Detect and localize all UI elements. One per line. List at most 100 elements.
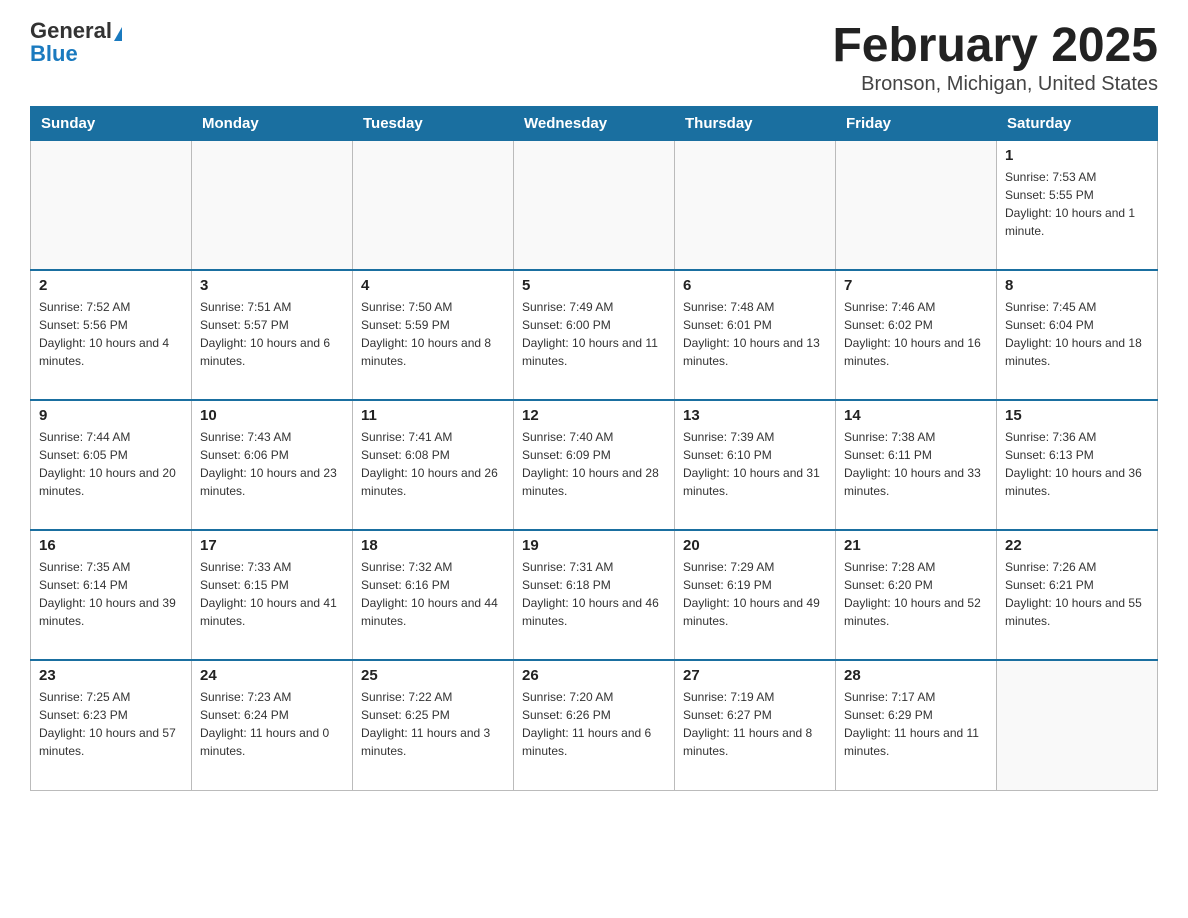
title-block: February 2025 Bronson, Michigan, United …	[832, 20, 1158, 96]
calendar-cell: 28Sunrise: 7:17 AMSunset: 6:29 PMDayligh…	[836, 660, 997, 790]
day-number: 20	[683, 537, 827, 554]
day-info: Sunrise: 7:49 AMSunset: 6:00 PMDaylight:…	[522, 298, 666, 370]
calendar-cell: 15Sunrise: 7:36 AMSunset: 6:13 PMDayligh…	[997, 400, 1158, 530]
calendar-week-row: 23 Sunrise: 7:25 AMSunset: 6:23 PMDayligh…	[31, 660, 1158, 790]
day-info: Sunrise: 7:43 AMSunset: 6:06 PMDaylight:…	[200, 428, 344, 500]
calendar-cell: 23 Sunrise: 7:25 AMSunset: 6:23 PMDayligh…	[31, 660, 192, 790]
logo: General Blue	[30, 20, 122, 65]
calendar-cell: 14 Sunrise: 7:38 AMSunset: 6:11 PMDayligh…	[836, 400, 997, 530]
day-number: 25	[361, 667, 505, 684]
day-number: 7	[844, 277, 988, 294]
calendar-cell: 4 Sunrise: 7:50 AMSunset: 5:59 PMDaylight…	[353, 270, 514, 400]
day-number: 27	[683, 667, 827, 684]
calendar-cell: 17 Sunrise: 7:33 AMSunset: 6:15 PMDayligh…	[192, 530, 353, 660]
day-info: Sunrise: 7:53 AMSunset: 5:55 PMDaylight:…	[1005, 168, 1149, 240]
logo-triangle-icon	[114, 27, 122, 41]
day-number: 26	[522, 667, 666, 684]
day-info: Sunrise: 7:32 AMSunset: 6:16 PMDaylight:…	[361, 558, 505, 630]
logo-blue-text: Blue	[30, 43, 78, 65]
calendar-cell	[675, 140, 836, 270]
calendar-cell: 20Sunrise: 7:29 AMSunset: 6:19 PMDayligh…	[675, 530, 836, 660]
day-info: Sunrise: 7:48 AMSunset: 6:01 PMDaylight:…	[683, 298, 827, 370]
day-info: Sunrise: 7:25 AMSunset: 6:23 PMDaylight:…	[39, 688, 183, 760]
day-info: Sunrise: 7:33 AMSunset: 6:15 PMDaylight:…	[200, 558, 344, 630]
day-info: Sunrise: 7:35 AMSunset: 6:14 PMDaylight:…	[39, 558, 183, 630]
logo-general-text: General	[30, 18, 112, 43]
day-info: Sunrise: 7:20 AMSunset: 6:26 PMDaylight:…	[522, 688, 666, 760]
day-info: Sunrise: 7:39 AMSunset: 6:10 PMDaylight:…	[683, 428, 827, 500]
calendar-cell: 10 Sunrise: 7:43 AMSunset: 6:06 PMDayligh…	[192, 400, 353, 530]
day-info: Sunrise: 7:19 AMSunset: 6:27 PMDaylight:…	[683, 688, 827, 760]
day-number: 13	[683, 407, 827, 424]
day-info: Sunrise: 7:45 AMSunset: 6:04 PMDaylight:…	[1005, 298, 1149, 370]
day-number: 14	[844, 407, 988, 424]
day-info: Sunrise: 7:51 AMSunset: 5:57 PMDaylight:…	[200, 298, 344, 370]
calendar-week-row: 16 Sunrise: 7:35 AMSunset: 6:14 PMDayligh…	[31, 530, 1158, 660]
calendar-cell: 25 Sunrise: 7:22 AMSunset: 6:25 PMDayligh…	[353, 660, 514, 790]
calendar-cell: 24 Sunrise: 7:23 AMSunset: 6:24 PMDayligh…	[192, 660, 353, 790]
day-info: Sunrise: 7:28 AMSunset: 6:20 PMDaylight:…	[844, 558, 988, 630]
day-number: 16	[39, 537, 183, 554]
calendar-cell: 5 Sunrise: 7:49 AMSunset: 6:00 PMDaylight…	[514, 270, 675, 400]
day-info: Sunrise: 7:40 AMSunset: 6:09 PMDaylight:…	[522, 428, 666, 500]
calendar-cell: 12 Sunrise: 7:40 AMSunset: 6:09 PMDayligh…	[514, 400, 675, 530]
day-info: Sunrise: 7:26 AMSunset: 6:21 PMDaylight:…	[1005, 558, 1149, 630]
calendar-cell: 1 Sunrise: 7:53 AMSunset: 5:55 PMDaylight…	[997, 140, 1158, 270]
day-number: 3	[200, 277, 344, 294]
calendar-cell: 16 Sunrise: 7:35 AMSunset: 6:14 PMDayligh…	[31, 530, 192, 660]
day-number: 10	[200, 407, 344, 424]
calendar-week-row: 2Sunrise: 7:52 AMSunset: 5:56 PMDaylight…	[31, 270, 1158, 400]
day-number: 4	[361, 277, 505, 294]
day-number: 9	[39, 407, 183, 424]
calendar-cell: 21Sunrise: 7:28 AMSunset: 6:20 PMDayligh…	[836, 530, 997, 660]
calendar-cell	[836, 140, 997, 270]
location-text: Bronson, Michigan, United States	[832, 73, 1158, 96]
day-number: 15	[1005, 407, 1149, 424]
day-number: 2	[39, 277, 183, 294]
calendar-cell: 6 Sunrise: 7:48 AMSunset: 6:01 PMDaylight…	[675, 270, 836, 400]
calendar-table: SundayMondayTuesdayWednesdayThursdayFrid…	[30, 106, 1158, 791]
day-info: Sunrise: 7:50 AMSunset: 5:59 PMDaylight:…	[361, 298, 505, 370]
calendar-cell: 13 Sunrise: 7:39 AMSunset: 6:10 PMDayligh…	[675, 400, 836, 530]
calendar-cell	[514, 140, 675, 270]
calendar-cell: 2Sunrise: 7:52 AMSunset: 5:56 PMDaylight…	[31, 270, 192, 400]
calendar-header-monday: Monday	[192, 106, 353, 140]
day-number: 23	[39, 667, 183, 684]
day-number: 17	[200, 537, 344, 554]
calendar-cell	[31, 140, 192, 270]
calendar-header-wednesday: Wednesday	[514, 106, 675, 140]
calendar-cell: 9 Sunrise: 7:44 AMSunset: 6:05 PMDaylight…	[31, 400, 192, 530]
calendar-week-row: 1 Sunrise: 7:53 AMSunset: 5:55 PMDaylight…	[31, 140, 1158, 270]
day-info: Sunrise: 7:17 AMSunset: 6:29 PMDaylight:…	[844, 688, 988, 760]
day-number: 12	[522, 407, 666, 424]
day-number: 8	[1005, 277, 1149, 294]
calendar-header-thursday: Thursday	[675, 106, 836, 140]
calendar-header-row: SundayMondayTuesdayWednesdayThursdayFrid…	[31, 106, 1158, 140]
calendar-week-row: 9 Sunrise: 7:44 AMSunset: 6:05 PMDaylight…	[31, 400, 1158, 530]
day-number: 11	[361, 407, 505, 424]
day-number: 6	[683, 277, 827, 294]
day-number: 22	[1005, 537, 1149, 554]
day-info: Sunrise: 7:22 AMSunset: 6:25 PMDaylight:…	[361, 688, 505, 760]
calendar-cell: 11Sunrise: 7:41 AMSunset: 6:08 PMDayligh…	[353, 400, 514, 530]
day-number: 24	[200, 667, 344, 684]
calendar-header-saturday: Saturday	[997, 106, 1158, 140]
calendar-cell	[353, 140, 514, 270]
page-header: General Blue February 2025 Bronson, Mich…	[30, 20, 1158, 96]
day-number: 5	[522, 277, 666, 294]
day-number: 18	[361, 537, 505, 554]
calendar-cell: 19Sunrise: 7:31 AMSunset: 6:18 PMDayligh…	[514, 530, 675, 660]
day-number: 1	[1005, 147, 1149, 164]
month-title: February 2025	[832, 20, 1158, 73]
day-info: Sunrise: 7:38 AMSunset: 6:11 PMDaylight:…	[844, 428, 988, 500]
day-info: Sunrise: 7:23 AMSunset: 6:24 PMDaylight:…	[200, 688, 344, 760]
calendar-cell: 18 Sunrise: 7:32 AMSunset: 6:16 PMDayligh…	[353, 530, 514, 660]
day-number: 19	[522, 537, 666, 554]
day-info: Sunrise: 7:46 AMSunset: 6:02 PMDaylight:…	[844, 298, 988, 370]
calendar-cell: 7 Sunrise: 7:46 AMSunset: 6:02 PMDaylight…	[836, 270, 997, 400]
logo-general-line: General	[30, 20, 122, 43]
calendar-cell: 8 Sunrise: 7:45 AMSunset: 6:04 PMDaylight…	[997, 270, 1158, 400]
day-info: Sunrise: 7:44 AMSunset: 6:05 PMDaylight:…	[39, 428, 183, 500]
calendar-header-friday: Friday	[836, 106, 997, 140]
calendar-cell: 27 Sunrise: 7:19 AMSunset: 6:27 PMDayligh…	[675, 660, 836, 790]
